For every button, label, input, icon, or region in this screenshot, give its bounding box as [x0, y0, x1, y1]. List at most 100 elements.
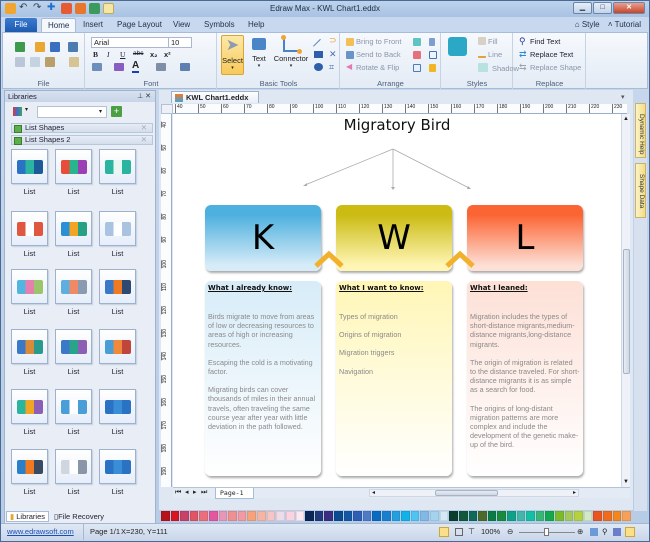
palette-swatch[interactable]: [362, 511, 372, 521]
palette-swatch[interactable]: [526, 511, 535, 521]
palette-swatch[interactable]: [161, 511, 170, 521]
palette-swatch[interactable]: [218, 511, 228, 521]
dynamic-help-tab[interactable]: Dynamic Help: [635, 103, 646, 158]
search-dropdown-icon[interactable]: ▾: [99, 108, 102, 115]
palette-swatch[interactable]: [209, 511, 218, 521]
font-color-icon[interactable]: A: [132, 60, 140, 73]
tab-help[interactable]: Help: [242, 18, 270, 33]
first-page-icon[interactable]: ⏮: [175, 488, 181, 498]
file-recovery-tab[interactable]: ▯File Recovery: [54, 512, 104, 521]
curve-tool-icon[interactable]: ⊃: [329, 35, 337, 46]
new-icon[interactable]: [15, 42, 25, 52]
library-shape[interactable]: [55, 269, 92, 304]
w-column-body[interactable]: What I want to know: Types of migration …: [336, 281, 452, 476]
reading-view-icon[interactable]: [455, 528, 463, 536]
bullets-icon[interactable]: [180, 63, 190, 71]
underline-button[interactable]: U: [120, 50, 125, 59]
palette-swatch[interactable]: [458, 511, 468, 521]
library-shape[interactable]: [99, 389, 136, 424]
drawing-canvas[interactable]: Migratory Bird K W L What I already know…: [173, 114, 621, 487]
tab-insert[interactable]: Insert: [77, 18, 109, 33]
prev-page-icon[interactable]: ◂: [185, 488, 189, 498]
rotate-flip-button[interactable]: Rotate & Flip: [356, 63, 399, 72]
library-shape[interactable]: [11, 149, 48, 184]
vertical-scroll-thumb[interactable]: [623, 249, 630, 374]
distribute-icon[interactable]: [413, 64, 421, 72]
library-shape[interactable]: [11, 269, 48, 304]
palette-swatch[interactable]: [430, 511, 439, 521]
scroll-left-icon[interactable]: ◂: [372, 488, 375, 498]
palette-swatch[interactable]: [497, 511, 506, 521]
highlight-color-icon[interactable]: [114, 63, 124, 71]
subscript-button[interactable]: x₂: [150, 50, 158, 59]
palette-swatch[interactable]: [545, 511, 554, 521]
copy-icon[interactable]: [30, 57, 40, 67]
zoom-out-icon[interactable]: ⊖: [507, 524, 513, 540]
paste-icon[interactable]: [45, 57, 55, 67]
library-category-icon[interactable]: [13, 107, 22, 116]
palette-swatch[interactable]: [401, 511, 410, 521]
presentation-view-icon[interactable]: ⊤: [468, 524, 475, 540]
library-shape[interactable]: [11, 389, 48, 424]
center-icon[interactable]: [429, 51, 437, 59]
font-size-select[interactable]: 10: [168, 37, 192, 48]
palette-swatch[interactable]: [285, 511, 295, 521]
palette-swatch[interactable]: [295, 511, 305, 521]
palette-swatch[interactable]: [603, 511, 612, 521]
palette-swatch[interactable]: [237, 511, 247, 521]
palette-swatch[interactable]: [564, 511, 574, 521]
select-tool-button[interactable]: ➤ Select ▾: [221, 35, 244, 75]
tab-page-layout[interactable]: Page Layout: [111, 18, 168, 33]
cut-icon[interactable]: [15, 57, 25, 67]
palette-swatch[interactable]: [478, 511, 487, 521]
lock-icon[interactable]: [429, 64, 436, 72]
palette-swatch[interactable]: [554, 511, 564, 521]
page-tab[interactable]: Page-1: [215, 488, 255, 499]
library-shape[interactable]: [11, 329, 48, 364]
strikethrough-button[interactable]: abc: [133, 50, 143, 57]
palette-swatch[interactable]: [449, 511, 458, 521]
fit-page-icon[interactable]: [590, 528, 598, 536]
library-shape[interactable]: [55, 449, 92, 484]
palette-swatch[interactable]: [622, 511, 631, 521]
scroll-down-icon[interactable]: ▼: [623, 479, 629, 485]
palette-swatch[interactable]: [593, 511, 603, 521]
tab-view[interactable]: View: [167, 18, 196, 33]
website-link[interactable]: www.edrawsoft.com: [7, 524, 74, 540]
print-icon[interactable]: [68, 42, 78, 52]
replace-text-button[interactable]: Replace Text: [530, 50, 573, 59]
superscript-button[interactable]: x²: [164, 50, 171, 59]
library-shape[interactable]: [99, 269, 136, 304]
palette-swatch[interactable]: [583, 511, 593, 521]
line-spacing-icon[interactable]: [92, 63, 102, 71]
minimize-button[interactable]: ▁: [573, 2, 592, 14]
palette-swatch[interactable]: [257, 511, 266, 521]
align-icon[interactable]: [156, 63, 166, 71]
connector-tool-button[interactable]: Connector ▾: [273, 35, 309, 75]
close-section-icon[interactable]: ✕: [141, 124, 147, 132]
library-section-list-shapes-2[interactable]: List Shapes 2 ✕: [11, 135, 153, 145]
maximize-button[interactable]: □: [593, 2, 612, 14]
horizontal-scroll-thumb[interactable]: [435, 490, 498, 496]
shape-data-tab[interactable]: Shape Data: [635, 163, 646, 218]
italic-button[interactable]: I: [107, 50, 110, 59]
library-shape[interactable]: [99, 211, 136, 246]
pin-icon[interactable]: ⊥: [137, 93, 143, 100]
close-button[interactable]: ✕: [613, 2, 645, 14]
replace-shape-button[interactable]: Replace Shape: [530, 63, 581, 72]
font-name-select[interactable]: Arial: [91, 37, 169, 48]
palette-swatch[interactable]: [420, 511, 430, 521]
close-panel-icon[interactable]: ✕: [145, 93, 151, 100]
scroll-right-icon[interactable]: ▸: [573, 488, 576, 498]
fit-width-icon[interactable]: ⚲: [602, 524, 608, 540]
libraries-tab[interactable]: ▮ Libraries: [6, 511, 49, 522]
tutorial-link[interactable]: Tutorial: [615, 20, 641, 29]
zoom-in-icon[interactable]: ⊕: [577, 524, 583, 540]
palette-swatch[interactable]: [228, 511, 237, 521]
l-column-body[interactable]: What I leaned: Migration includes the ty…: [467, 281, 583, 476]
library-shape[interactable]: [99, 329, 136, 364]
fill-button[interactable]: Fill: [488, 37, 498, 46]
library-search-input[interactable]: [37, 106, 107, 118]
save-icon[interactable]: [50, 42, 60, 52]
line-button[interactable]: Line: [488, 50, 502, 59]
